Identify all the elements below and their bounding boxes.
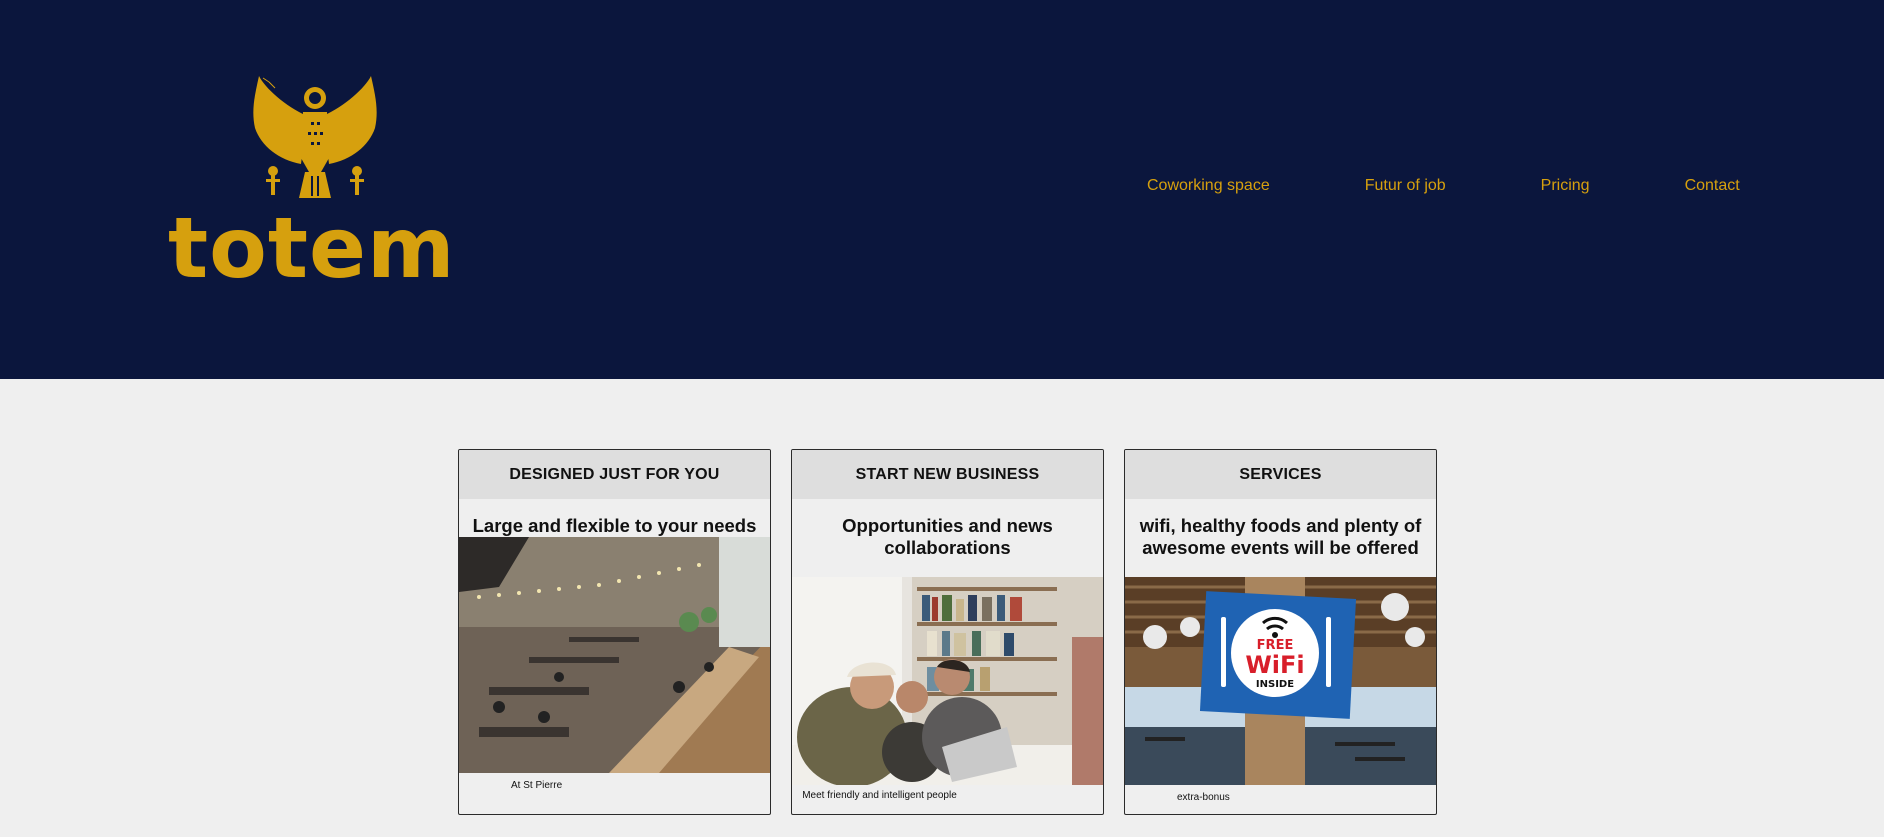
falcon-emblem-icon — [253, 76, 377, 198]
nav-pricing[interactable]: Pricing — [1541, 177, 1590, 195]
card-heading: SERVICES — [1125, 450, 1436, 499]
people-at-laptop-photo — [792, 577, 1103, 785]
nav-futur-of-job[interactable]: Futur of job — [1365, 177, 1446, 195]
main-nav: Coworking space Futur of job Pricing Con… — [1147, 177, 1740, 195]
totem-logo[interactable]: totem — [168, 76, 468, 296]
brand-wordmark: totem — [168, 199, 456, 297]
free-wifi-sign-photo: FREE WiFi INSIDE — [1125, 577, 1436, 785]
card-subtitle: Large and flexible to your needs — [472, 515, 757, 536]
card-subtitle: wifi, healthy foods and plenty of awesom… — [1139, 515, 1422, 558]
nav-coworking-space[interactable]: Coworking space — [1147, 177, 1270, 195]
nav-contact[interactable]: Contact — [1685, 177, 1740, 195]
site-header: totem Coworking space Futur of job Prici… — [0, 0, 1884, 379]
card-caption: Meet friendly and intelligent people — [802, 790, 957, 801]
sign-inside-text: INSIDE — [1256, 679, 1294, 690]
coworking-space-photo — [459, 537, 770, 773]
card-heading: START NEW BUSINESS — [792, 450, 1103, 499]
sign-wifi-text: WiFi — [1245, 651, 1304, 679]
card-heading: DESIGNED JUST FOR YOU — [459, 450, 770, 499]
card-designed-for-you: DESIGNED JUST FOR YOU Large and flexible… — [458, 449, 771, 815]
card-caption: extra-bonus — [1177, 792, 1230, 803]
card-services: SERVICES wifi, healthy foods and plenty … — [1124, 449, 1437, 815]
card-caption: At St Pierre — [511, 780, 563, 791]
card-start-new-business: START NEW BUSINESS Opportunities and new… — [791, 449, 1104, 815]
card-subtitle: Opportunities and news collaborations — [842, 515, 1053, 558]
